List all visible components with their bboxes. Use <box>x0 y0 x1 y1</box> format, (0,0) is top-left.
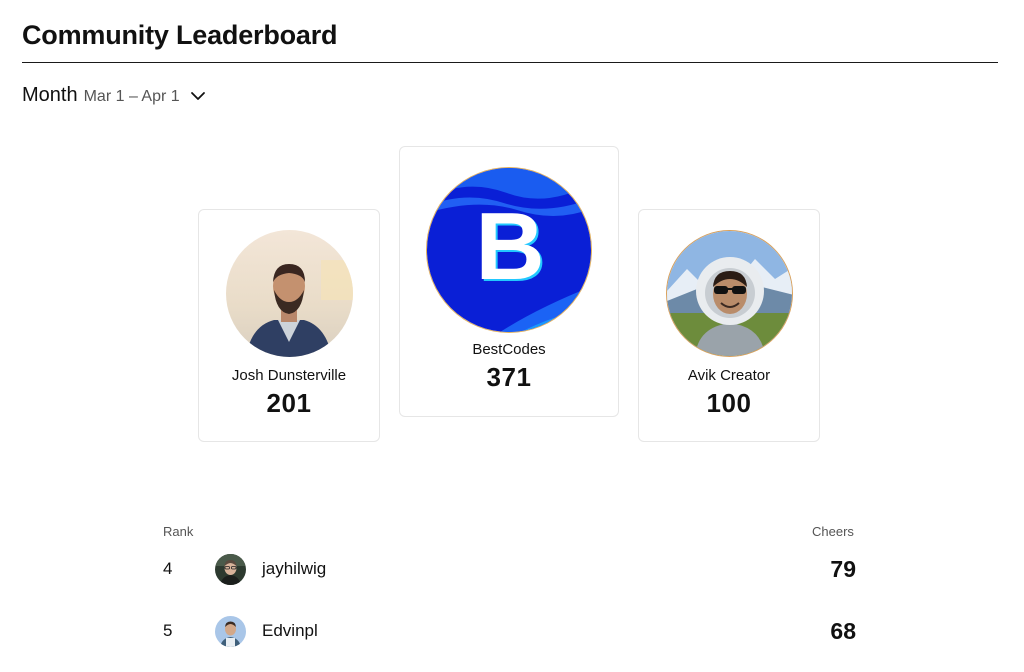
user-name: jayhilwig <box>262 559 327 578</box>
period-selector[interactable]: Month Mar 1 – Apr 1 <box>22 84 206 107</box>
avatar <box>225 230 353 357</box>
chevron-down-icon <box>190 88 206 104</box>
rank-number: 5 <box>163 621 173 640</box>
rank-number: 4 <box>163 559 173 578</box>
podium-cheers: 100 <box>706 388 752 418</box>
podium-card-second[interactable]: Josh Dunsterville 201 <box>198 209 380 442</box>
list-item[interactable]: 5 Edvinpl 68 <box>163 613 856 649</box>
podium-cheers: 371 <box>486 362 532 392</box>
podium-name: Avik Creator <box>687 367 771 384</box>
cheers-count: 79 <box>830 555 856 582</box>
podium-card-first[interactable]: B B BestCodes 371 <box>399 146 619 417</box>
period-range: Mar 1 – Apr 1 <box>83 88 180 105</box>
period-label: Month <box>22 84 78 106</box>
podium-name: BestCodes <box>472 341 546 358</box>
rank-column-header: Rank <box>163 524 194 539</box>
cheers-count: 68 <box>830 617 856 644</box>
podium-cheers: 201 <box>266 388 312 418</box>
title-divider <box>22 62 998 63</box>
list-item[interactable]: 4 jayhilwig 79 <box>163 551 856 587</box>
avatar <box>215 553 246 585</box>
cheers-column-header: Cheers <box>812 524 854 539</box>
letter-b-logo-front: B <box>475 193 544 300</box>
avatar: B B <box>426 167 592 333</box>
podium-card-third[interactable]: Avik Creator 100 <box>638 209 820 442</box>
page-title: Community Leaderboard <box>22 20 338 50</box>
avatar <box>665 230 793 357</box>
avatar <box>215 615 246 647</box>
podium-name: Josh Dunsterville <box>231 367 347 384</box>
user-name: Edvinpl <box>262 621 318 640</box>
